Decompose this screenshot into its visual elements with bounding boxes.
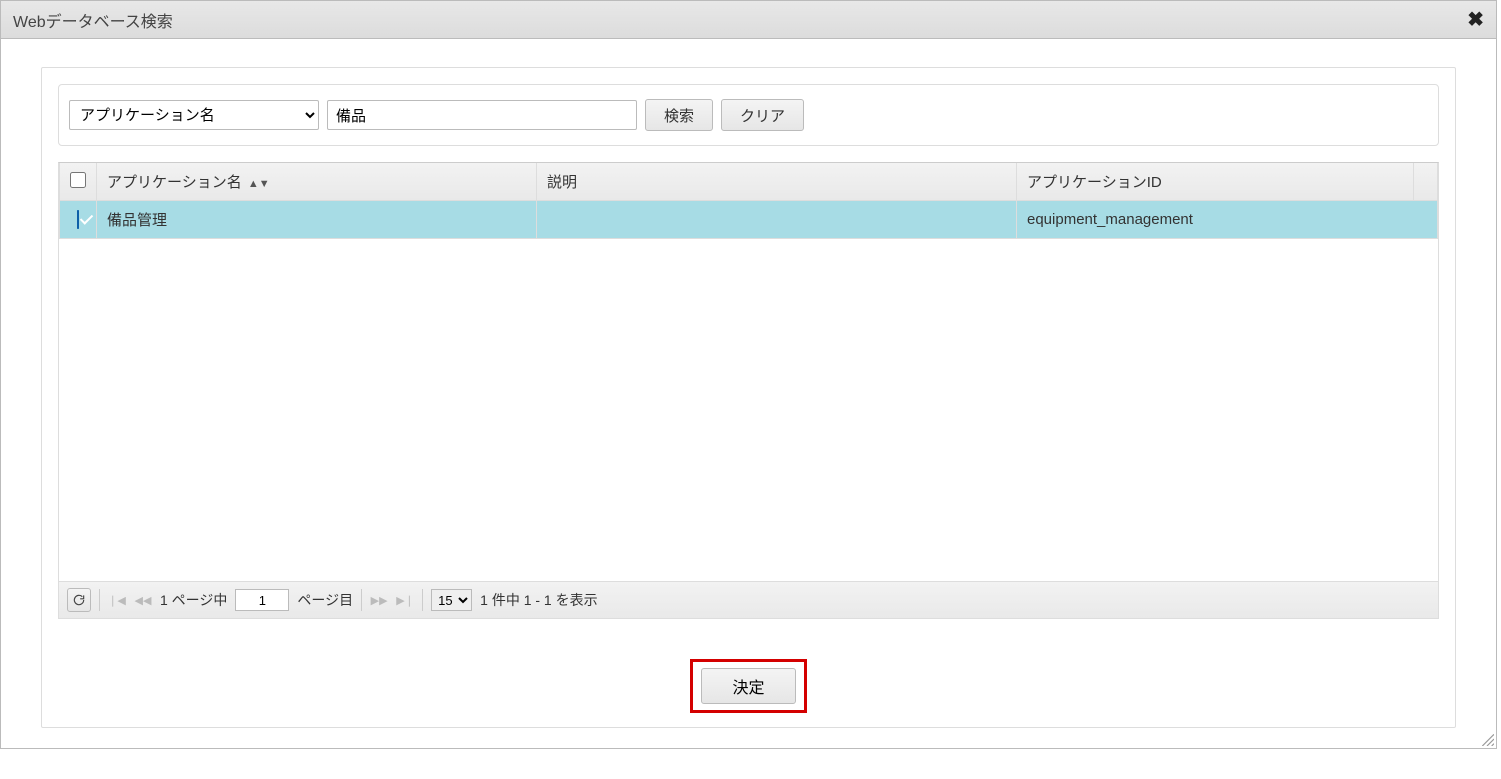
- footer: 決定: [42, 635, 1455, 727]
- page-number-input[interactable]: [235, 589, 289, 611]
- reload-button[interactable]: [67, 588, 91, 612]
- dialog-title: Webデータベース検索: [13, 8, 173, 32]
- last-page-icon[interactable]: ▶❘: [396, 594, 414, 607]
- search-bar: アプリケーション名 検索 クリア: [58, 84, 1439, 146]
- row-checkbox[interactable]: [77, 210, 79, 229]
- confirm-button[interactable]: 決定: [701, 668, 795, 704]
- resize-grip-icon[interactable]: [1480, 732, 1494, 746]
- close-icon[interactable]: ✖: [1467, 7, 1484, 32]
- sort-icon: ▲▼: [248, 178, 270, 190]
- header-spacer: [1414, 163, 1438, 201]
- pager-separator: [361, 589, 362, 611]
- pager-suffix: ページ目: [297, 590, 353, 610]
- header-checkbox-cell: [60, 163, 97, 201]
- clear-button[interactable]: クリア: [721, 99, 804, 131]
- search-input[interactable]: [327, 100, 637, 130]
- page-size-select[interactable]: 15: [431, 589, 472, 611]
- pager-separator: [422, 589, 423, 611]
- select-all-checkbox[interactable]: [70, 172, 86, 188]
- search-dialog: Webデータベース検索 ✖ アプリケーション名 検索 クリア: [0, 0, 1497, 749]
- header-app-id[interactable]: アプリケーションID: [1017, 163, 1414, 201]
- reload-icon: [72, 593, 86, 607]
- cell-description: [537, 201, 1017, 239]
- dialog-title-bar: Webデータベース検索 ✖: [1, 1, 1496, 39]
- pager-separator: [99, 589, 100, 611]
- search-field-select[interactable]: アプリケーション名: [69, 100, 319, 130]
- dialog-body: アプリケーション名 検索 クリア: [1, 39, 1496, 748]
- pager: ❘◀ ◀◀ 1 ページ中 ページ目 ▶▶ ▶❘ 15 1 件中 1 - 1 を表…: [58, 582, 1439, 619]
- first-page-icon[interactable]: ❘◀: [108, 594, 126, 607]
- confirm-highlight: 決定: [690, 659, 806, 713]
- header-app-name[interactable]: アプリケーション名 ▲▼: [97, 163, 537, 201]
- cell-app-id: equipment_management: [1017, 201, 1438, 239]
- table-header-row: アプリケーション名 ▲▼ 説明 アプリケーションID: [60, 163, 1438, 201]
- results-table: アプリケーション名 ▲▼ 説明 アプリケーションID: [58, 162, 1439, 582]
- record-count-text: 1 件中 1 - 1 を表示: [480, 590, 597, 610]
- cell-app-name: 備品管理: [97, 201, 537, 239]
- next-page-icon[interactable]: ▶▶: [370, 594, 388, 607]
- header-description[interactable]: 説明: [537, 163, 1017, 201]
- search-button[interactable]: 検索: [645, 99, 713, 131]
- prev-page-icon[interactable]: ◀◀: [134, 594, 152, 607]
- pager-prefix: 1 ページ中: [160, 590, 227, 610]
- table-row[interactable]: 備品管理 equipment_management: [60, 201, 1438, 239]
- content-frame: アプリケーション名 検索 クリア: [41, 67, 1456, 728]
